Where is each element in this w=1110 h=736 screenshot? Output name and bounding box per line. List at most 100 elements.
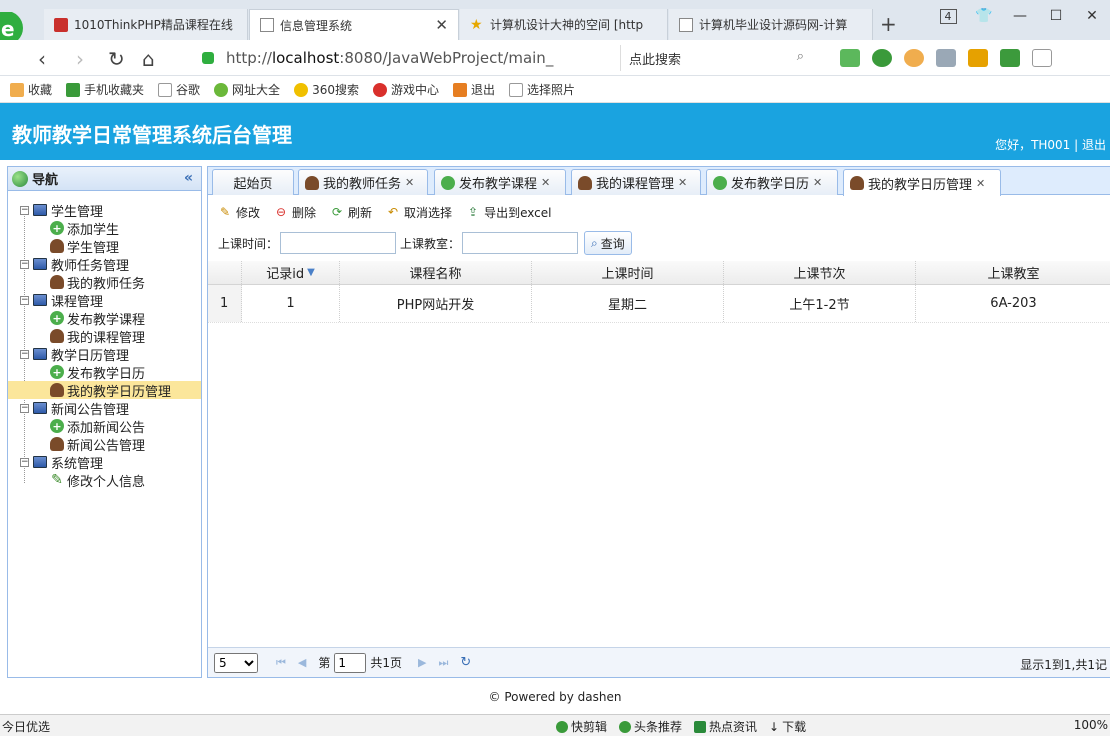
bookmark-item[interactable]: 选择照片 <box>509 81 575 98</box>
search-icon[interactable]: ⌕ <box>797 49 804 64</box>
close-tab-icon[interactable]: ✕ <box>541 176 550 189</box>
menu-icon[interactable] <box>1064 49 1084 67</box>
bookmark-item[interactable]: 360搜索 <box>294 81 359 98</box>
last-page-icon[interactable]: ⏭ <box>439 656 449 670</box>
minimize-icon[interactable]: — <box>1002 8 1038 24</box>
refresh-button[interactable]: ⟳ 刷新 <box>330 204 372 221</box>
close-tab-icon[interactable]: ✕ <box>813 176 822 189</box>
reload-icon[interactable]: ↻ <box>108 47 125 71</box>
close-tab-icon[interactable]: ✕ <box>435 16 448 34</box>
shirt-icon[interactable]: 👕 <box>966 8 1002 24</box>
nav-item-publish-course[interactable]: + 发布教学课程 <box>8 309 201 328</box>
nav-group-course[interactable]: − 课程管理 <box>8 291 201 310</box>
nav-group-system[interactable]: − 系统管理 <box>8 453 201 472</box>
bookmark-item[interactable]: 谷歌 <box>158 81 200 98</box>
zoom-level[interactable]: 100% <box>1074 718 1108 732</box>
url-input[interactable]: http://localhost:8080/JavaWebProject/mai… <box>226 45 626 71</box>
nav-item-add-news[interactable]: + 添加新闻公告 <box>8 417 201 436</box>
user-icon <box>305 175 319 190</box>
nav-group-student[interactable]: − 学生管理 <box>8 201 201 220</box>
nav-item-edit-profile[interactable]: ✎ 修改个人信息 <box>8 471 201 490</box>
close-window-icon[interactable]: ✕ <box>1074 8 1110 24</box>
user-greeting[interactable]: 您好，TH001 | 退出 <box>995 136 1106 153</box>
collapse-toggle-icon[interactable]: − <box>20 349 29 359</box>
column-header[interactable]: 记录id ▼ <box>242 261 340 284</box>
battery-icon[interactable] <box>1000 49 1020 67</box>
collapse-toggle-icon[interactable]: − <box>20 295 29 305</box>
nav-group-teacher-task[interactable]: − 教师任务管理 <box>8 255 201 274</box>
nav-item-publish-calendar[interactable]: + 发布教学日历 <box>8 363 201 382</box>
page-size-select[interactable]: 5 <box>214 652 258 673</box>
edit-button[interactable]: ✎ 修改 <box>218 204 260 221</box>
query-button[interactable]: ⌕ 查询 <box>584 231 632 255</box>
apps-grid-icon[interactable] <box>968 49 988 67</box>
close-tab-icon[interactable]: ✕ <box>678 176 687 189</box>
next-page-icon[interactable]: ▶ <box>418 656 426 669</box>
scissors-icon[interactable] <box>840 49 860 67</box>
daily-picks-link[interactable]: 今日优选 <box>2 718 50 735</box>
bookmark-item[interactable]: 收藏 <box>10 81 52 98</box>
hot-news-link[interactable]: 热点资讯 <box>694 718 757 735</box>
url-prefix: http:// <box>226 49 272 67</box>
add-icon: + <box>50 221 64 235</box>
tab-my-teacher-task[interactable]: 我的教师任务 ✕ <box>298 169 428 195</box>
collapse-toggle-icon[interactable]: − <box>20 205 29 215</box>
bookmark-item[interactable]: 网址大全 <box>214 81 280 98</box>
browser-tab-3[interactable]: ★ 计算机设计大神的空间 [http <box>460 9 668 40</box>
game-icon <box>372 82 387 97</box>
undo-icon[interactable] <box>1032 49 1052 67</box>
bookmark-item[interactable]: 手机收藏夹 <box>66 81 144 98</box>
tab-publish-calendar[interactable]: 发布教学日历 ✕ <box>706 169 838 195</box>
column-header[interactable]: 上课时间 <box>532 261 724 284</box>
nav-item-student-manage[interactable]: 学生管理 <box>8 237 201 256</box>
quick-edit-link[interactable]: 快剪辑 <box>556 718 607 735</box>
collapse-icon[interactable]: « <box>184 170 193 186</box>
bookmark-item[interactable]: 游戏中心 <box>372 81 439 98</box>
maximize-icon[interactable]: ☐ <box>1038 8 1074 24</box>
download-link[interactable]: ↓ 下载 <box>769 718 806 735</box>
collapse-toggle-icon[interactable]: − <box>20 457 29 467</box>
browser-tab-1[interactable]: 1010ThinkPHP精品课程在线 <box>44 9 248 40</box>
delete-button[interactable]: ⊖ 删除 <box>274 204 316 221</box>
translate-icon[interactable] <box>872 49 892 67</box>
tab-home[interactable]: 起始页 <box>212 169 294 195</box>
tab-publish-course[interactable]: 发布教学课程 ✕ <box>434 169 566 195</box>
close-tab-icon[interactable]: ✕ <box>976 177 985 190</box>
new-tab-icon[interactable]: + <box>880 12 897 36</box>
back-icon[interactable]: ‹ <box>38 47 46 71</box>
nav-group-news[interactable]: − 新闻公告管理 <box>8 399 201 418</box>
nav-item-add-student[interactable]: + 添加学生 <box>8 219 201 238</box>
cancel-select-button[interactable]: ↶ 取消选择 <box>386 204 452 221</box>
nav-item-my-calendar[interactable]: 我的教学日历管理 <box>8 381 201 400</box>
browser-tab-2[interactable]: 信息管理系统 ✕ <box>249 9 459 40</box>
column-header[interactable]: 课程名称 <box>340 261 532 284</box>
collapse-toggle-icon[interactable]: − <box>20 403 29 413</box>
first-page-icon[interactable]: ⏮ <box>276 656 286 670</box>
headline-link[interactable]: 头条推荐 <box>619 718 682 735</box>
close-tab-icon[interactable]: ✕ <box>405 176 414 189</box>
collapse-toggle-icon[interactable]: − <box>20 259 29 269</box>
refresh-icon[interactable]: ↻ <box>460 655 471 670</box>
prev-page-icon[interactable]: ◀ <box>298 656 306 669</box>
page-number-input[interactable] <box>334 652 367 673</box>
nav-item-my-course[interactable]: 我的课程管理 <box>8 327 201 346</box>
screenshot-icon[interactable] <box>936 49 956 67</box>
nav-item-news-manage[interactable]: 新闻公告管理 <box>8 435 201 454</box>
tab-count-badge[interactable]: 4 <box>930 8 966 24</box>
bookmark-item[interactable]: 退出 <box>452 81 495 98</box>
browser-tab-4[interactable]: 计算机毕业设计源码网-计算 <box>669 9 873 40</box>
search-box[interactable]: 点此搜索 ⌕ <box>620 45 810 71</box>
tab-my-course[interactable]: 我的课程管理 ✕ <box>571 169 701 195</box>
coupon-icon[interactable] <box>904 49 924 67</box>
nav-item-my-teacher-task[interactable]: 我的教师任务 <box>8 273 201 292</box>
classroom-input[interactable] <box>462 232 579 254</box>
forward-icon[interactable]: › <box>76 47 84 71</box>
column-header[interactable]: 上课教室 <box>916 261 1110 284</box>
home-icon[interactable]: ⌂ <box>142 47 155 71</box>
column-header[interactable]: 上课节次 <box>724 261 916 284</box>
export-excel-button[interactable]: ⇪ 导出到excel <box>466 204 551 221</box>
tab-my-calendar[interactable]: 我的教学日历管理 ✕ <box>843 169 1001 196</box>
class-time-input[interactable] <box>280 232 397 254</box>
nav-group-calendar[interactable]: − 教学日历管理 <box>8 345 201 364</box>
table-row[interactable]: 1 1 PHP网站开发 星期二 上午1-2节 6A-203 <box>208 285 1110 323</box>
